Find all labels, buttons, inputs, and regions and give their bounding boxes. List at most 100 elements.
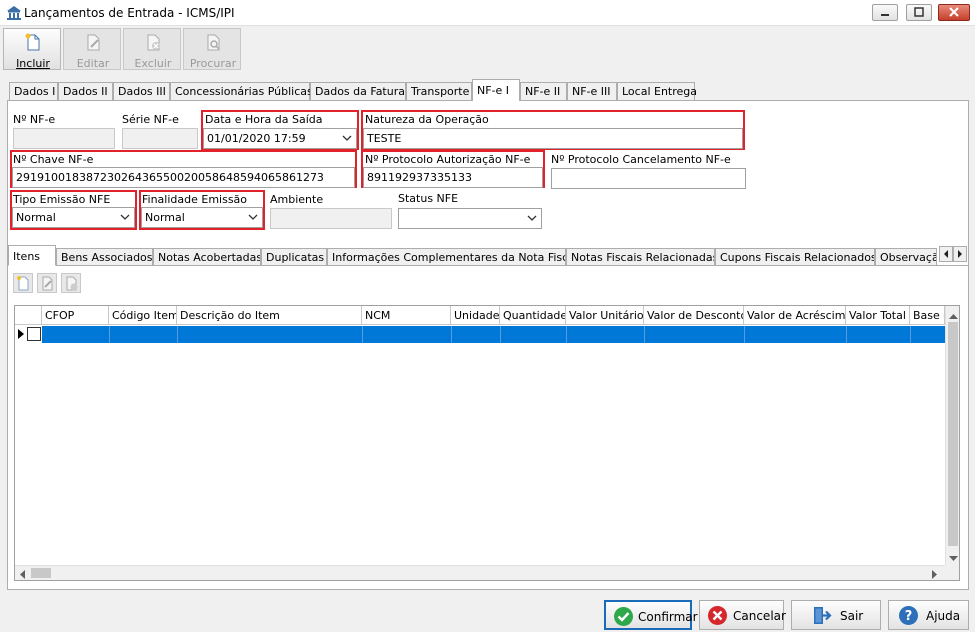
serie-label: Série NF-e — [122, 113, 179, 126]
tab-scroll-left-button[interactable] — [939, 246, 953, 262]
tab-notas-fiscais-relacionadas[interactable]: Notas Fiscais Relacionadas — [566, 248, 715, 265]
row-cell-divider — [500, 326, 501, 343]
chave-label: Nº Chave NF-e — [13, 153, 94, 166]
nf-numero-field[interactable] — [13, 128, 115, 149]
grid-header-ncm[interactable]: NCM — [362, 306, 451, 325]
grid-header-cfop[interactable]: CFOP — [42, 306, 109, 325]
close-button[interactable] — [938, 4, 970, 21]
nf-numero-label: Nº NF-e — [13, 113, 56, 126]
finalidade-label: Finalidade Emissão — [142, 193, 248, 206]
cancel-circle-icon — [707, 605, 728, 626]
tab-concessionarias[interactable]: Concessionárias Públicas — [170, 82, 313, 100]
row-checkbox[interactable] — [27, 327, 41, 341]
natureza-label: Natureza da Operação — [365, 113, 489, 126]
ambiente-label: Ambiente — [270, 193, 324, 206]
tab-itens[interactable]: Itens — [8, 245, 56, 266]
help-icon: ? — [898, 605, 919, 626]
tab-dados-fatura[interactable]: Dados da Fatura — [310, 82, 406, 100]
procurar-button[interactable]: Procurar — [183, 28, 241, 70]
horizontal-scrollbar[interactable] — [15, 565, 945, 580]
natureza-field[interactable]: TESTE — [363, 128, 743, 149]
cancelar-button[interactable]: Cancelar — [699, 600, 786, 630]
check-circle-icon — [613, 606, 634, 627]
svg-text:?: ? — [905, 609, 913, 624]
minimize-button[interactable] — [872, 4, 898, 21]
horizontal-scroll-thumb[interactable] — [31, 568, 51, 578]
tab-observacao[interactable]: Observaçã — [875, 248, 937, 265]
tab-local-entrega[interactable]: Local Entrega — [617, 82, 697, 100]
tab-nfe-ii[interactable]: NF-e II — [520, 82, 567, 100]
confirmar-button[interactable]: Confirmar — [604, 600, 698, 630]
chevron-down-icon[interactable] — [526, 212, 538, 224]
finalidade-select[interactable]: Normal — [141, 207, 263, 228]
incluir-label: Incluir — [16, 57, 50, 70]
ajuda-label: Ajuda — [926, 609, 961, 623]
row-cell-divider — [644, 326, 645, 343]
protocolo-aut-field[interactable]: 891192937335133 — [363, 167, 543, 188]
protocolo-aut-label: Nº Protocolo Autorização NF-e — [365, 153, 531, 166]
grid-header-codigo[interactable]: Código Item — [109, 306, 177, 325]
chevron-down-icon[interactable] — [247, 211, 259, 223]
procurar-label: Procurar — [189, 57, 237, 70]
status-nfe-select[interactable] — [398, 208, 542, 229]
data-hora-picker[interactable]: 01/01/2020 17:59 — [203, 128, 357, 149]
confirmar-label: Confirmar — [638, 610, 698, 624]
tab-informacoes-complementares[interactable]: Informações Complementares da Nota Fisca… — [327, 248, 566, 265]
tab-transporte[interactable]: Transporte — [406, 82, 472, 100]
inner-tab-baseline — [7, 265, 969, 266]
excluir-button[interactable]: Excluir — [123, 28, 181, 70]
grid-header-indicator — [15, 306, 42, 325]
tab-notas-acobertadas[interactable]: Notas Acobertadas — [153, 248, 261, 265]
vertical-scrollbar[interactable] — [945, 306, 959, 565]
grid-header-unidade[interactable]: Unidade — [451, 306, 500, 325]
grid-header-valor-total[interactable]: Valor Total — [846, 306, 910, 325]
vertical-scroll-thumb[interactable] — [948, 322, 958, 546]
tab-dados-ii[interactable]: Dados II — [58, 82, 113, 100]
editar-button[interactable]: Editar — [63, 28, 121, 70]
grid-header-descricao[interactable]: Descrição do Item — [177, 306, 362, 325]
tab-nfe-iii[interactable]: NF-e III — [567, 82, 617, 100]
editar-label: Editar — [76, 57, 110, 70]
scroll-left-icon[interactable] — [19, 569, 26, 580]
maximize-button[interactable] — [906, 4, 932, 21]
edit-document-icon — [84, 33, 102, 51]
row-indicator-icon — [17, 328, 25, 343]
title-bar: Lançamentos de Entrada - ICMS/IPI — [0, 0, 975, 26]
chave-field[interactable]: 2919100183872302643655002005864859406586… — [12, 167, 355, 188]
finalidade-value: Normal — [145, 211, 185, 224]
chevron-down-icon[interactable] — [119, 211, 131, 223]
row-cell-divider — [362, 326, 363, 343]
item-delete-button[interactable] — [61, 273, 81, 293]
grid-header-valor-desconto[interactable]: Valor de Desconto — [644, 306, 744, 325]
tab-duplicatas[interactable]: Duplicatas — [261, 248, 327, 265]
itens-grid[interactable]: CFOP Código Item Descrição do Item NCM U… — [14, 305, 960, 581]
tab-dados-iii[interactable]: Dados III — [113, 82, 170, 100]
tipo-emissao-select[interactable]: Normal — [12, 207, 135, 228]
grid-header-valor-unitario[interactable]: Valor Unitário — [566, 306, 644, 325]
tab-cupons-fiscais[interactable]: Cupons Fiscais Relacionados — [715, 248, 875, 265]
tab-dados-i[interactable]: Dados I — [9, 82, 58, 100]
incluir-button[interactable]: Incluir — [3, 28, 61, 70]
row-cell-divider — [910, 326, 911, 343]
tab-bens-associados[interactable]: Bens Associados — [56, 248, 153, 265]
chevron-down-icon[interactable] — [341, 132, 353, 144]
sair-button[interactable]: Sair — [791, 600, 881, 630]
grid-header-valor-acrescimo[interactable]: Valor de Acréscimo — [744, 306, 846, 325]
ajuda-button[interactable]: ? Ajuda — [888, 600, 969, 630]
delete-document-icon — [144, 33, 162, 51]
item-add-button[interactable] — [13, 273, 33, 293]
grid-header-base[interactable]: Base c — [910, 306, 945, 325]
protocolo-canc-field[interactable] — [551, 168, 746, 189]
tab-scroll-right-button[interactable] — [953, 246, 967, 262]
serie-field[interactable] — [122, 128, 198, 149]
ambiente-field[interactable] — [270, 208, 392, 229]
cancelar-label: Cancelar — [733, 609, 786, 623]
item-edit-button[interactable] — [37, 273, 57, 293]
tipo-emissao-label: Tipo Emissão NFE — [13, 193, 111, 206]
row-cell-divider — [846, 326, 847, 343]
window-title: Lançamentos de Entrada - ICMS/IPI — [24, 6, 235, 20]
grid-header-quantidade[interactable]: Quantidade — [500, 306, 566, 325]
tab-nfe-i[interactable]: NF-e I — [472, 79, 520, 101]
scroll-right-icon[interactable] — [931, 569, 938, 580]
scroll-down-icon[interactable] — [949, 552, 958, 565]
